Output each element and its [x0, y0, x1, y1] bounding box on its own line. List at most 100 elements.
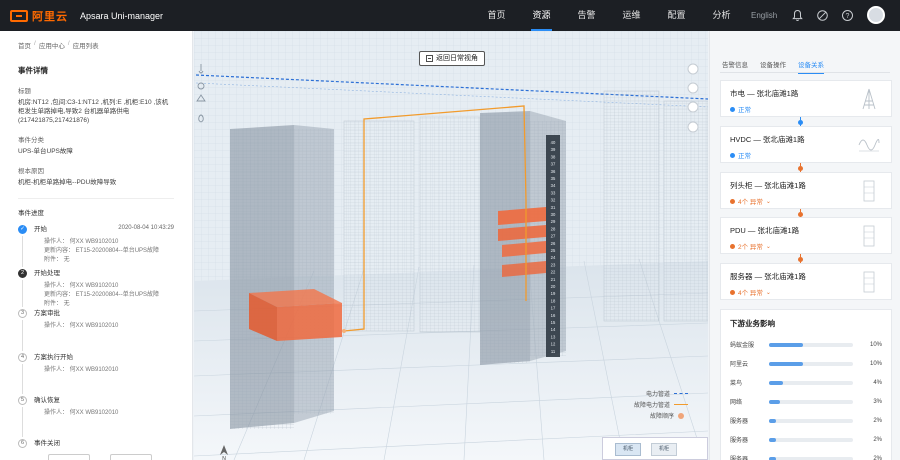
- nav-resources[interactable]: 资源: [519, 0, 564, 31]
- nav-config[interactable]: 配置: [654, 0, 699, 31]
- impact-row: 蚂蚁金服 10%: [730, 335, 882, 354]
- theme-icon[interactable]: [816, 9, 829, 22]
- legend-label: 电力管道: [646, 392, 671, 398]
- legend-swatch: [678, 412, 685, 419]
- rack-unit-number: 37: [551, 162, 556, 167]
- impact-row: 网络 3%: [730, 392, 882, 411]
- svg-text:?: ?: [846, 13, 850, 20]
- back-button-label: 返回日常视角: [436, 55, 478, 62]
- next-button[interactable]: [110, 454, 152, 460]
- help-icon[interactable]: ?: [841, 9, 854, 22]
- faulty-device-left[interactable]: [277, 303, 342, 341]
- root-cause-text: 机柜-机柜单路掉电--PDU故障导致: [18, 179, 117, 186]
- rack-unit-number: 17: [551, 306, 556, 311]
- nav-operations[interactable]: 运维: [609, 0, 654, 31]
- rack-unit-number: 16: [551, 313, 556, 318]
- step-detail: 操作人： 何XX WB9102010: [44, 367, 119, 373]
- logo-icon: [10, 9, 28, 22]
- nav-home[interactable]: 首页: [474, 0, 519, 31]
- rack-unit-number: 29: [551, 219, 556, 224]
- device-card[interactable]: 市电 — 张北庙滩1路 正常: [720, 80, 892, 117]
- avatar[interactable]: [867, 6, 885, 24]
- impact-row: 服务器 2%: [730, 411, 882, 430]
- step-detail: 更新内容： ET15-20200804--单台UPS故障: [44, 292, 160, 298]
- legend-label: 故障顺序: [650, 414, 675, 420]
- rack-unit-number: 13: [551, 334, 556, 339]
- device-status-text: 4个 异常: [738, 290, 763, 297]
- prev-button[interactable]: [48, 454, 90, 460]
- rack-unit-number: 28: [551, 226, 556, 231]
- step-connector: [22, 364, 23, 394]
- rack-unit-number: 20: [551, 284, 556, 289]
- rack-unit-number: 18: [551, 298, 556, 303]
- tower-icon: [862, 88, 876, 110]
- language-switch[interactable]: English: [751, 0, 777, 31]
- impact-bar-fill: [769, 399, 780, 404]
- cabinet-icon: [863, 180, 875, 202]
- status-dot: [730, 106, 735, 112]
- nav-analysis[interactable]: 分析: [699, 0, 744, 31]
- chevron-down-icon: ⌄: [765, 198, 771, 205]
- impact-row: 服务器 2%: [730, 430, 882, 449]
- main-nav: 首页 资源 告警 运维 配置 分析: [474, 0, 744, 31]
- progress-title: 事件进度: [18, 210, 44, 217]
- device-relation-panel: 告警信息 设备操作 设备关系 市电 — 张北庙滩1路 正常 HVDC — 张北庙滩1…: [709, 31, 900, 460]
- device-card[interactable]: 列头柜 — 张北庙滩1路 4个 异常 ⌄: [720, 172, 892, 209]
- device-card[interactable]: HVDC — 张北庙滩1路 正常: [720, 126, 892, 163]
- event-title-text: 机房:NT12 ,包间:C3-1:NT12 ,机列:E ,机柜:E10 ,该机柜…: [18, 99, 169, 124]
- alibaba-cloud-logo[interactable]: 阿里云: [10, 8, 68, 24]
- cabinet-icon: [863, 271, 875, 293]
- logo-text: 阿里云: [32, 10, 68, 23]
- device-card[interactable]: PDU — 张北庙滩1路 2个 异常 ⌄: [720, 217, 892, 254]
- back-to-daily-view-button[interactable]: 返回日常视角: [419, 51, 485, 66]
- legend-swatch: [674, 404, 689, 405]
- impact-bar-track: [769, 380, 854, 385]
- impact-name: 阿里云: [730, 362, 749, 368]
- impact-bar-track: [769, 456, 854, 460]
- progress-step: 6 事件关闭: [18, 439, 174, 448]
- rack-unit-number: 19: [551, 291, 556, 296]
- minimap-rack: 机柜: [615, 443, 641, 456]
- cabinet-icon: [863, 225, 875, 247]
- progress-step: ✓ 开始 2020-08-04 10:43:29 操作人： 何XX WB9102010…: [18, 225, 174, 265]
- event-detail-panel: 首页 / 应用中心 / 应用列表 事件详情 标题 机房:NT12 ,包间:C3-…: [0, 31, 193, 460]
- breadcrumb-separator: /: [67, 40, 70, 47]
- step-connector: [22, 320, 23, 351]
- impact-bar-fill: [769, 418, 777, 423]
- rack-unit-number: 33: [551, 190, 556, 195]
- impact-value: 2%: [873, 436, 882, 443]
- impact-name: 蚂蚁金服: [730, 343, 755, 349]
- rack-unit-number: 30: [551, 212, 556, 217]
- step-number: 3: [18, 309, 27, 318]
- minimap[interactable]: 机柜 机柜: [602, 437, 708, 460]
- top-navigation-bar: 阿里云 Apsara Uni-manager 首页 资源 告警 运维 配置 分析…: [0, 0, 900, 31]
- step-connector: [22, 407, 23, 437]
- impact-value: 3%: [873, 398, 882, 405]
- breadcrumb-app-center[interactable]: 应用中心: [39, 40, 65, 50]
- wave-icon: [858, 139, 880, 152]
- legend-item: 故障顺序: [634, 410, 688, 421]
- step-number: 2: [18, 269, 27, 278]
- status-dot: [730, 289, 735, 295]
- chevron-down-icon: ⌄: [765, 243, 771, 250]
- event-title-label: 标题: [18, 88, 31, 95]
- step-detail: 操作人： 何XX WB9102010: [44, 283, 119, 289]
- impact-value: 10%: [869, 341, 882, 348]
- rack-unit-number: 23: [551, 262, 556, 267]
- breadcrumb: 首页 / 应用中心 / 应用列表: [18, 40, 174, 50]
- device-card[interactable]: 服务器 — 张北庙滩1路 4个 异常 ⌄: [720, 263, 892, 300]
- bell-icon[interactable]: [791, 9, 804, 22]
- breadcrumb-home[interactable]: 首页: [18, 40, 31, 50]
- impact-row: 阿里云 10%: [730, 354, 882, 373]
- impact-bar-fill: [769, 437, 777, 442]
- rack-unit-number: 40: [551, 140, 556, 145]
- impact-value: 4%: [873, 379, 882, 386]
- downstream-impact-card: 下游业务影响 蚂蚁金服 10% 阿里云 10% 菜鸟 4% 网络 3% 服务器 2% 服务器 2% 服务…: [720, 309, 892, 460]
- nav-alarms[interactable]: 告警: [564, 0, 609, 31]
- datacenter-3d-view[interactable]: 40 39 38 37 36 35 34 33 32 31 30 29 28 27 26 25 24 23 22 21…: [194, 31, 708, 460]
- rack-unit-number: 36: [551, 169, 556, 174]
- legend-swatch: [674, 393, 689, 394]
- step-number: ✓: [18, 225, 27, 234]
- rack-unit-number: 24: [551, 255, 556, 260]
- step-time: 2020-08-04 10:43:29: [118, 225, 174, 231]
